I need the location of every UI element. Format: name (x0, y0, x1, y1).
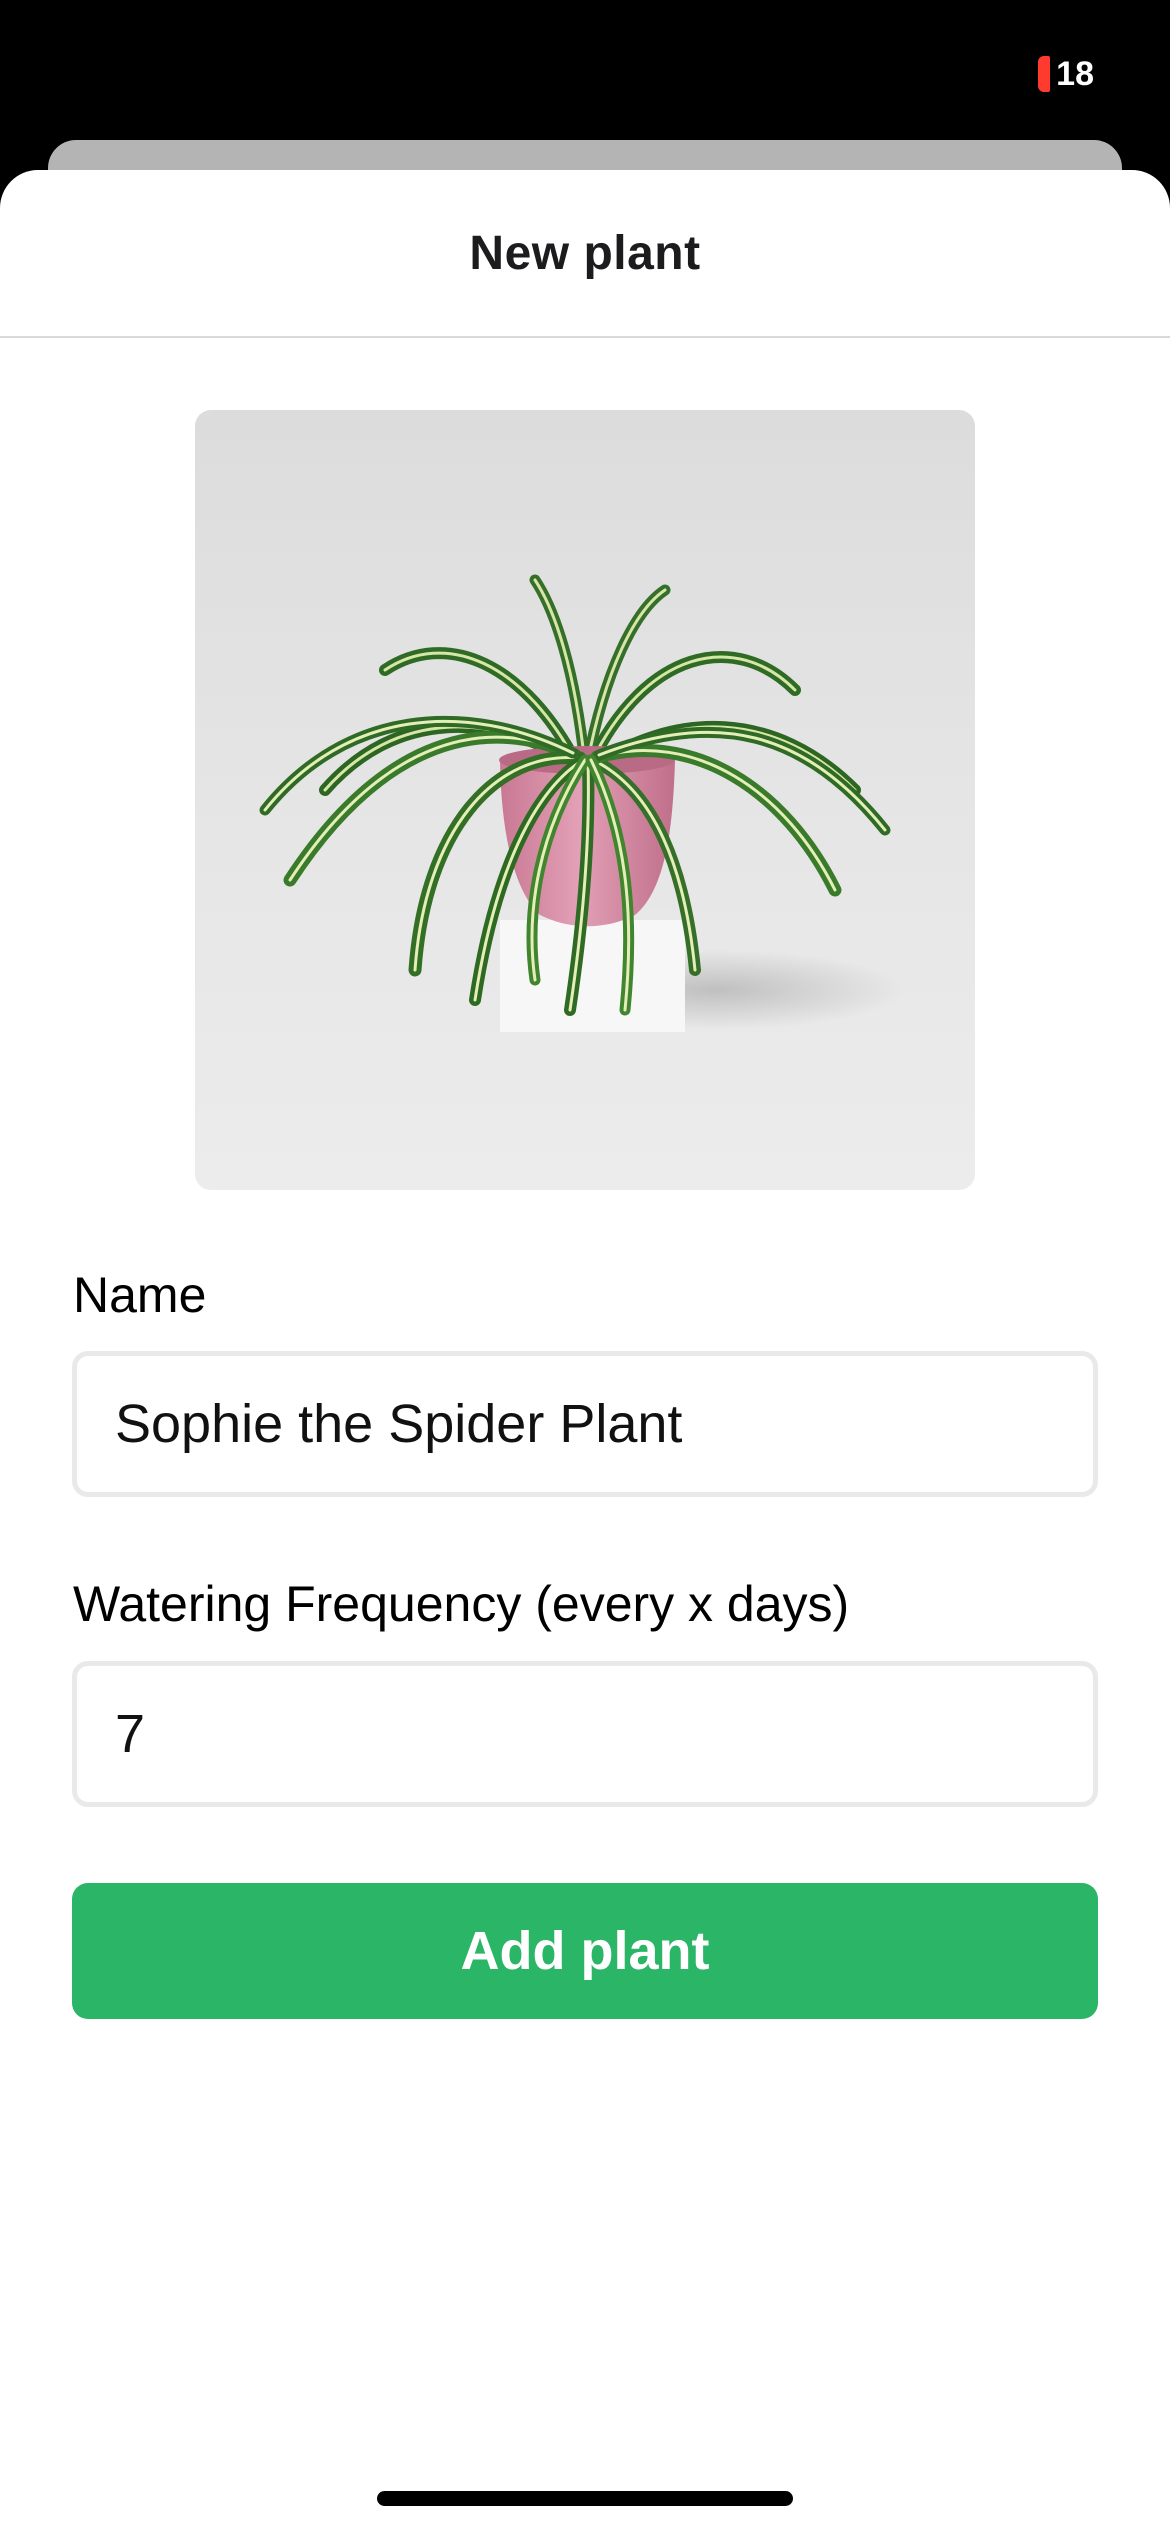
name-label: Name (73, 1267, 207, 1323)
battery-indicator: 18 (1038, 55, 1094, 93)
home-indicator[interactable] (377, 2491, 793, 2506)
battery-percent: 18 (1056, 55, 1094, 93)
watering-frequency-input[interactable] (72, 1661, 1098, 1807)
sheet-header: New plant (0, 170, 1170, 338)
watering-frequency-label: Watering Frequency (every x days) (73, 1576, 850, 1632)
new-plant-sheet: New plant Name Sophie the Spider Plant W… (0, 170, 1170, 2532)
battery-level-icon (1038, 56, 1051, 92)
plant-photo[interactable] (195, 410, 975, 1190)
name-input[interactable] (72, 1351, 1098, 1497)
status-bar: 18 (0, 0, 1170, 140)
add-plant-button[interactable]: Add plant (72, 1883, 1098, 2019)
sheet-title: New plant (469, 226, 701, 280)
spider-plant-image (259, 574, 905, 1032)
